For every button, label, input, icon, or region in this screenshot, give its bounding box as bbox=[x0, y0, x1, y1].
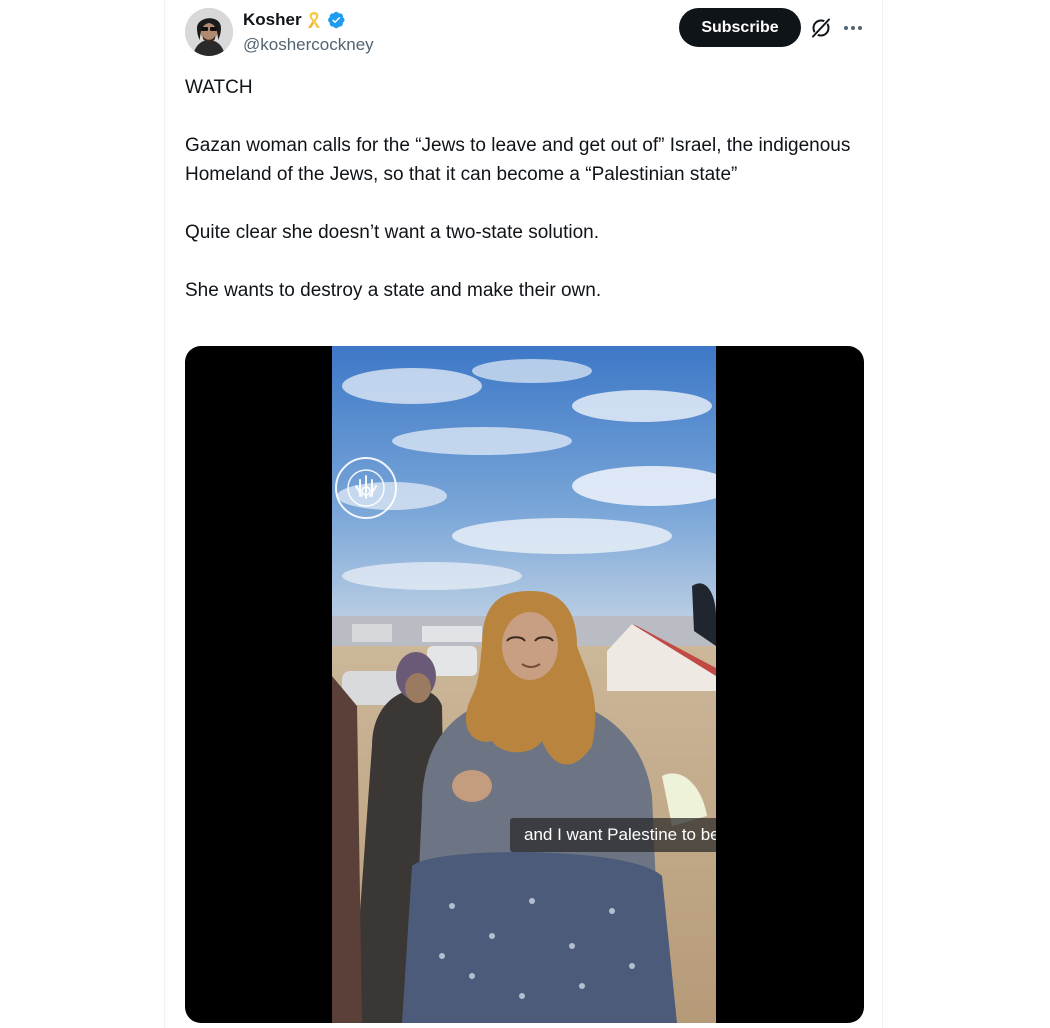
tweet-card: Kosher @koshercockney Subscribe WATCH Ga… bbox=[164, 0, 883, 1028]
avatar[interactable] bbox=[185, 8, 233, 56]
video-caption: and I want Palestine to be liberated fro… bbox=[510, 818, 716, 852]
watermark-logo bbox=[334, 456, 398, 520]
tweet-paragraph: She wants to destroy a state and make th… bbox=[185, 280, 602, 301]
subscribe-button[interactable]: Subscribe bbox=[679, 8, 801, 47]
video-player[interactable]: and I want Palestine to be liberated fro… bbox=[185, 346, 864, 1023]
author-handle[interactable]: @koshercockney bbox=[243, 34, 374, 56]
video-frame: and I want Palestine to be liberated fro… bbox=[332, 346, 716, 1023]
verified-badge-icon[interactable] bbox=[326, 10, 346, 30]
author-name-row[interactable]: Kosher bbox=[243, 9, 346, 31]
grok-icon[interactable] bbox=[809, 16, 833, 40]
author-display-name[interactable]: Kosher bbox=[243, 9, 302, 31]
tweet-paragraph: WATCH bbox=[185, 77, 253, 98]
more-options-icon[interactable] bbox=[841, 16, 865, 40]
page: Kosher @koshercockney Subscribe WATCH Ga… bbox=[0, 0, 1050, 1028]
tweet-text: WATCH Gazan woman calls for the “Jews to… bbox=[185, 73, 865, 305]
tweet-paragraph: Gazan woman calls for the “Jews to leave… bbox=[185, 135, 851, 185]
yellow-ribbon-icon bbox=[305, 10, 323, 30]
tweet-paragraph: Quite clear she doesn’t want a two-state… bbox=[185, 222, 600, 243]
